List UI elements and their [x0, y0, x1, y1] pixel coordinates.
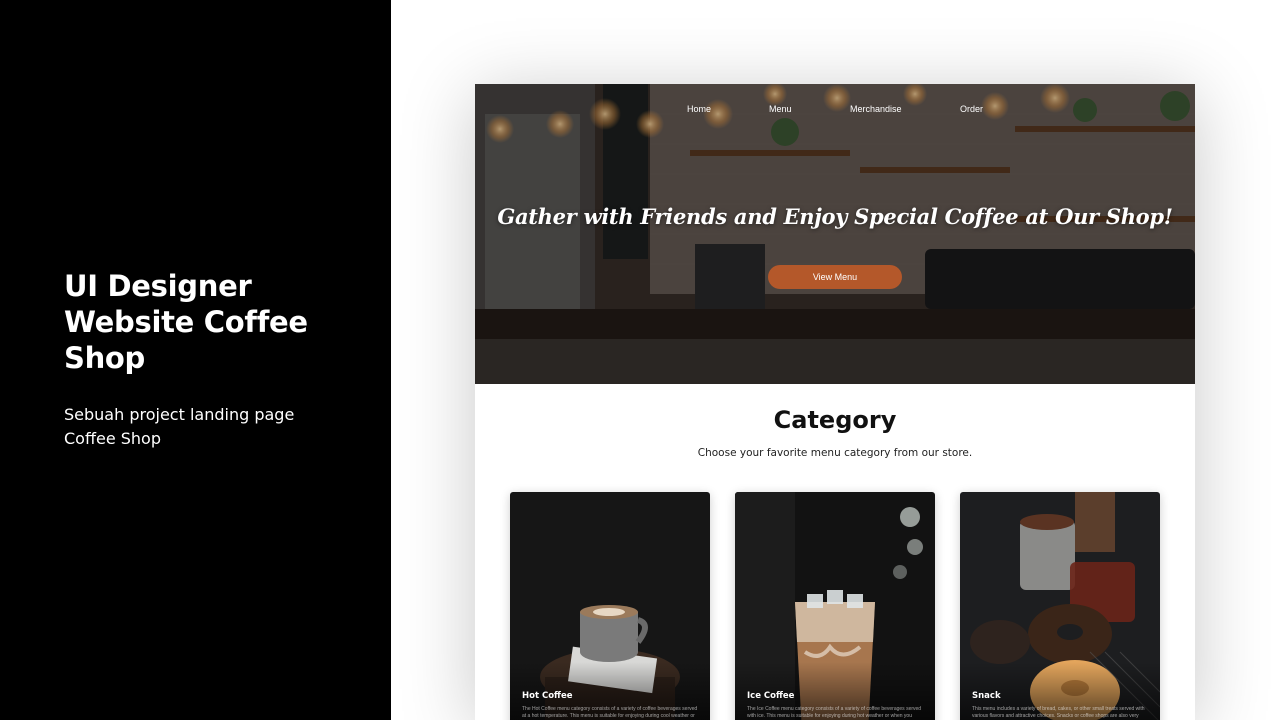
- category-card-hot-coffee[interactable]: Hot Coffee The Hot Coffee menu category …: [510, 492, 710, 720]
- nav-link-menu[interactable]: Menu: [769, 104, 792, 114]
- card-description: The Hot Coffee menu category consists of…: [522, 706, 698, 719]
- category-title: Category: [773, 406, 897, 434]
- website-mockup: Home Menu Merchandise Order Gather with …: [475, 84, 1195, 720]
- card-title: Ice Coffee: [747, 691, 795, 701]
- card-description: The Ice Coffee menu category consists of…: [747, 706, 922, 719]
- showcase-title: UI Designer Website Coffee Shop: [64, 269, 308, 375]
- card-title: Hot Coffee: [522, 691, 573, 701]
- category-card-ice-coffee[interactable]: Ice Coffee The Ice Coffee menu category …: [735, 492, 935, 720]
- showcase-subtitle: Sebuah project landing page Coffee Shop: [64, 405, 295, 448]
- category-subtitle: Choose your favorite menu category from …: [697, 447, 973, 459]
- left-panel: UI Designer Website Coffee Shop Sebuah p…: [0, 0, 391, 720]
- card-description: This menu includes a variety of bread, c…: [972, 706, 1145, 719]
- hero-title: Gather with Friends and Enjoy Special Co…: [497, 204, 1173, 229]
- hero-overlay: [475, 84, 1195, 384]
- card-title: Snack: [972, 691, 1001, 701]
- nav-link-order[interactable]: Order: [960, 104, 983, 114]
- top-navigation: Home Menu Merchandise Order: [475, 104, 1195, 118]
- hero-section: Home Menu Merchandise Order Gather with …: [475, 84, 1195, 384]
- view-menu-button[interactable]: View Menu: [768, 265, 902, 289]
- category-card-snack[interactable]: Snack This menu includes a variety of br…: [960, 492, 1160, 720]
- nav-link-merchandise[interactable]: Merchandise: [850, 104, 902, 114]
- nav-link-home[interactable]: Home: [687, 104, 711, 114]
